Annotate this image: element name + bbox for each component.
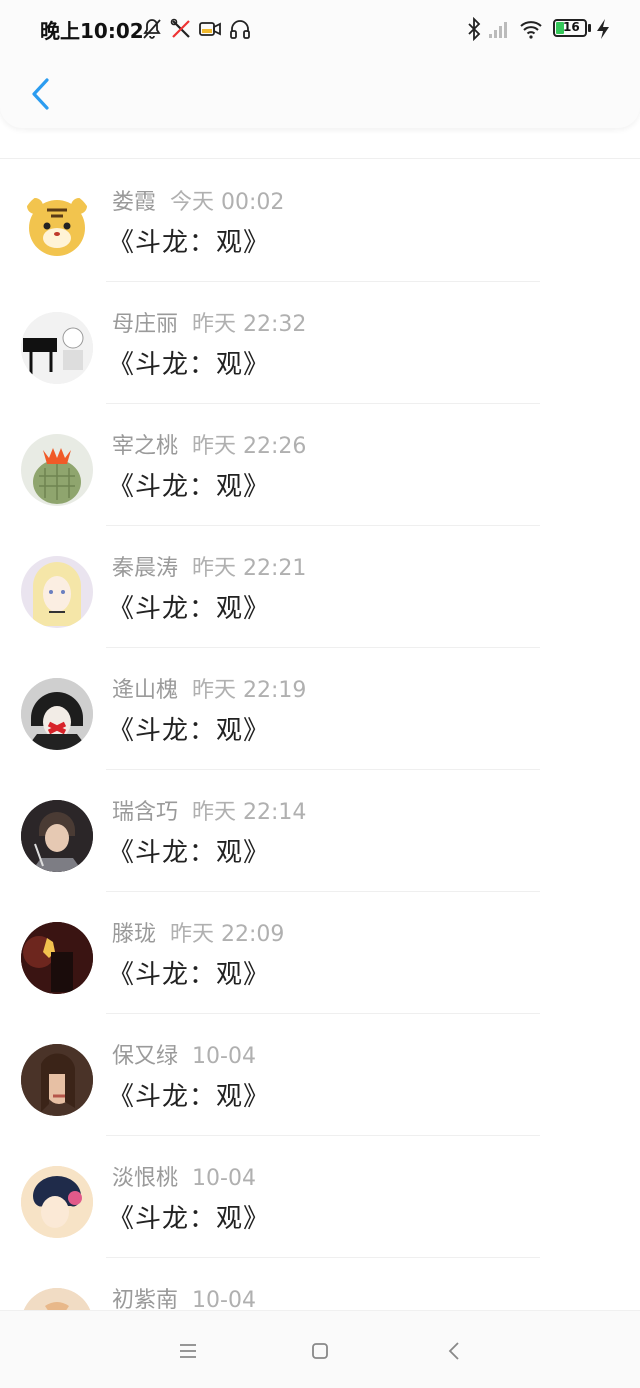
video-icon [199, 22, 221, 36]
comment-time: 昨天 22:19 [192, 678, 307, 703]
list-item[interactable]: 淡恨桃 10-04 《斗龙：观》 [0, 1136, 640, 1258]
list-item[interactable]: 宰之桃 昨天 22:26 《斗龙：观》 [0, 404, 640, 526]
back-button[interactable] [20, 72, 60, 116]
battery-icon: 16 [553, 19, 587, 37]
commenter-name: 娄霞 [112, 190, 157, 215]
list-item-partial [0, 128, 640, 159]
list-item[interactable]: 娄霞 今天 00:02 《斗龙：观》 [0, 160, 640, 282]
comment-text: 《斗龙：观》 [108, 472, 271, 502]
comment-time: 昨天 22:09 [170, 922, 285, 947]
bluetooth-icon [468, 17, 481, 41]
home-square-icon [312, 1343, 328, 1359]
back-triangle-icon [448, 1342, 459, 1360]
commenter-name: 瑞含巧 [112, 800, 179, 825]
avatar [21, 922, 93, 994]
list-item[interactable]: 逄山槐 昨天 22:19 《斗龙：观》 [0, 648, 640, 770]
avatar [21, 1166, 93, 1238]
battery-tip [588, 24, 591, 32]
comment-text: 《斗龙：观》 [108, 350, 271, 380]
system-back-button[interactable] [436, 1333, 472, 1369]
comment-time: 今天 00:02 [170, 190, 285, 215]
battery-level: 16 [563, 20, 580, 34]
signal-icon [489, 22, 507, 38]
comment-text: 《斗龙：观》 [108, 1204, 271, 1234]
avatar [21, 800, 93, 872]
list-item[interactable]: 母庄丽 昨天 22:32 《斗龙：观》 [0, 282, 640, 404]
comment-time: 昨天 22:14 [192, 800, 307, 825]
avatar [21, 190, 93, 262]
home-button[interactable] [302, 1333, 338, 1369]
comment-text: 《斗龙：观》 [108, 1082, 271, 1112]
menu-icon [180, 1344, 196, 1358]
comment-time: 昨天 22:32 [192, 312, 307, 337]
top-bar: 晚上10:02 16 [0, 0, 640, 128]
system-nav-bar [0, 1310, 640, 1388]
commenter-name: 逄山槐 [112, 678, 179, 703]
commenter-name: 淡恨桃 [112, 1166, 179, 1191]
comment-text: 《斗龙：观》 [108, 716, 271, 746]
status-bar: 晚上10:02 16 [0, 0, 640, 58]
avatar [21, 678, 93, 750]
comment-text: 《斗龙：观》 [108, 594, 271, 624]
headphones-icon [230, 20, 250, 39]
silent-bell-icon [143, 19, 161, 39]
commenter-name: 宰之桃 [112, 434, 179, 459]
commenter-name: 保又绿 [112, 1044, 179, 1069]
list-item[interactable]: 秦晨涛 昨天 22:21 《斗龙：观》 [0, 526, 640, 648]
charging-icon [597, 19, 609, 39]
list-item[interactable]: 滕珑 昨天 22:09 《斗龙：观》 [0, 892, 640, 1014]
comment-time: 昨天 22:21 [192, 556, 307, 581]
avatar [21, 312, 93, 384]
comment-time: 10-04 [192, 1044, 256, 1069]
list-item[interactable]: 瑞含巧 昨天 22:14 《斗龙：观》 [0, 770, 640, 892]
commenter-name: 母庄丽 [112, 312, 179, 337]
avatar [21, 556, 93, 628]
wifi-icon [520, 21, 542, 39]
comment-time: 昨天 22:26 [192, 434, 307, 459]
comment-text: 《斗龙：观》 [108, 838, 271, 868]
comment-text: 《斗龙：观》 [108, 228, 271, 258]
comment-text: 《斗龙：观》 [108, 960, 271, 990]
chevron-left-icon [32, 78, 49, 110]
avatar [21, 434, 93, 506]
commenter-name: 秦晨涛 [112, 556, 179, 581]
menu-button[interactable] [170, 1333, 206, 1369]
list-item[interactable]: 保又绿 10-04 《斗龙：观》 [0, 1014, 640, 1136]
avatar [21, 1044, 93, 1116]
commenter-name: 滕珑 [112, 922, 157, 947]
tools-icon [170, 18, 190, 38]
comment-time: 10-04 [192, 1166, 256, 1191]
status-time: 晚上10:02 [40, 19, 144, 43]
